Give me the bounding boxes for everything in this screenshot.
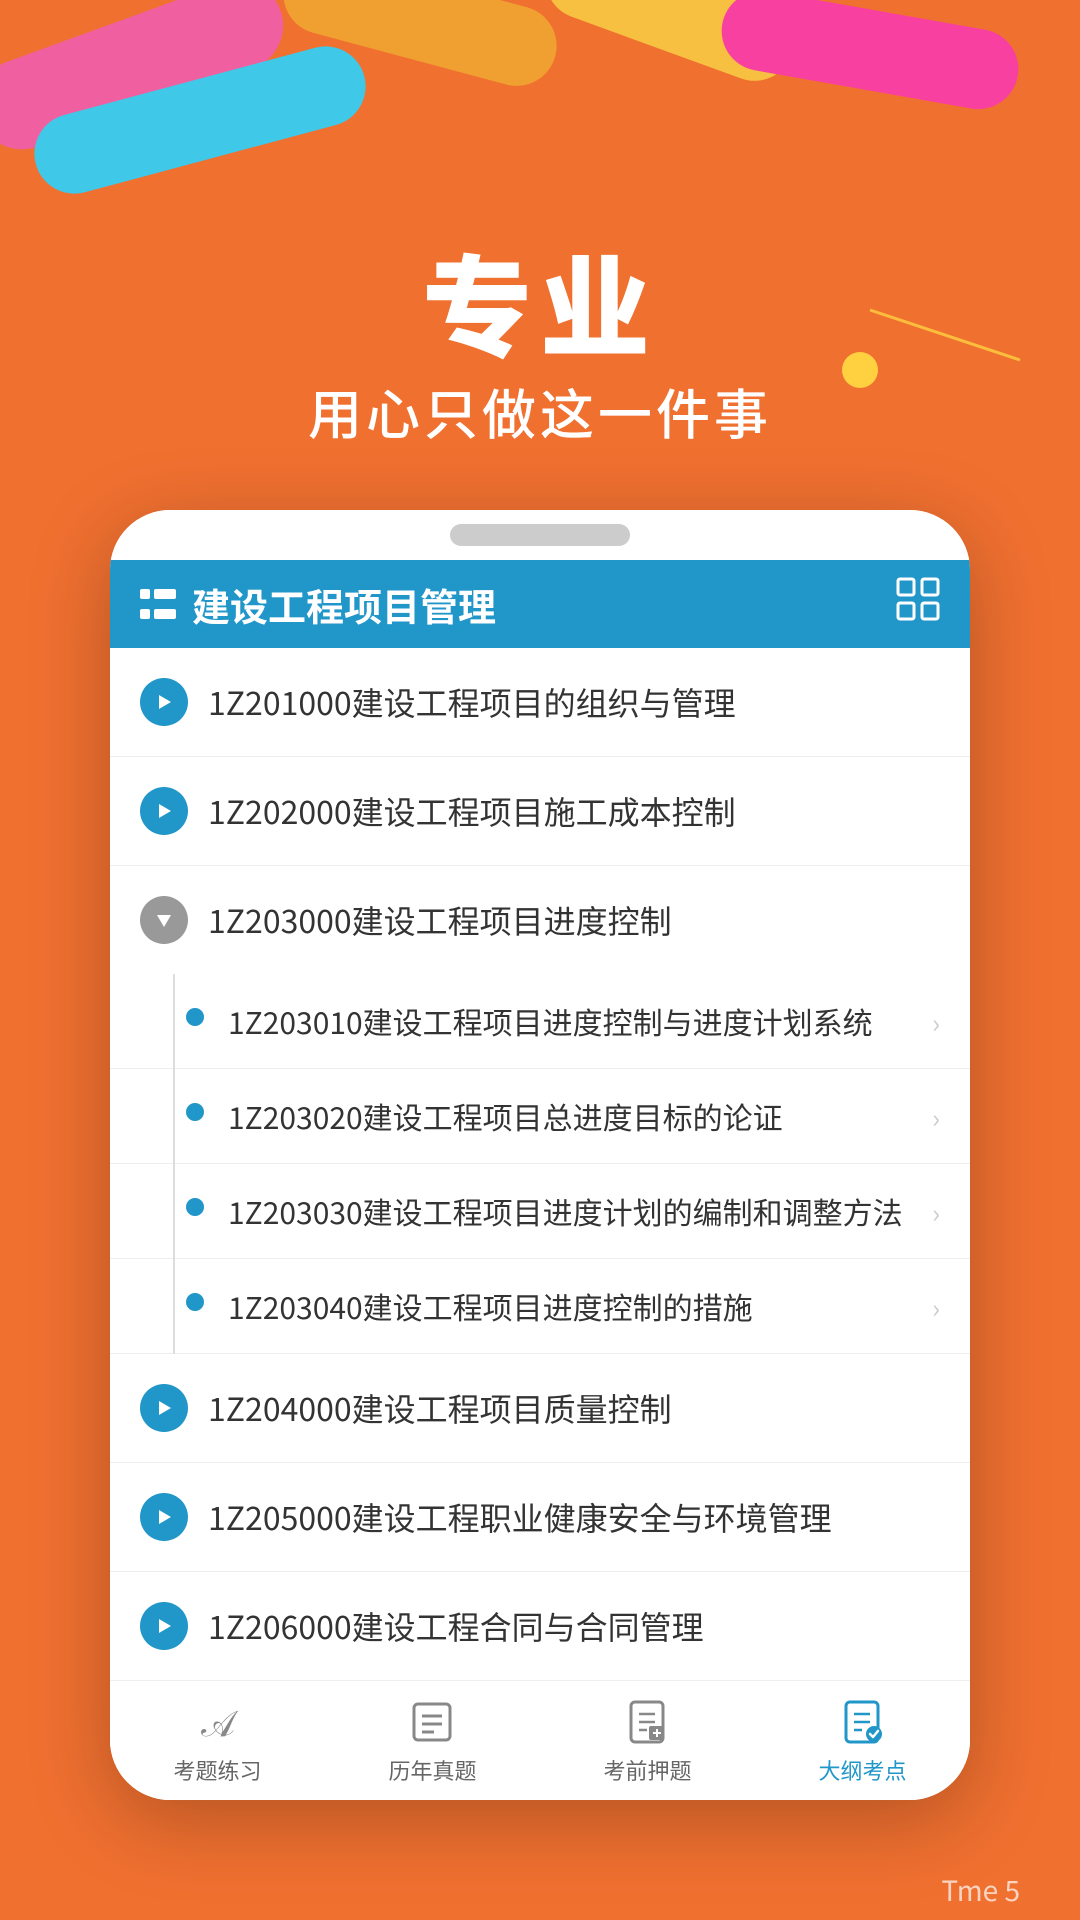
phone-mockup: 建设工程项目管理 1Z201000建设工程项目的组	[110, 510, 970, 1800]
item-text-5: 1Z205000建设工程职业健康安全与环境管理	[208, 1495, 940, 1540]
arrow-icon: ›	[932, 1004, 940, 1041]
svg-text:𝒜: 𝒜	[201, 1698, 239, 1746]
outline-icon	[836, 1696, 888, 1748]
nav-item-predict[interactable]: 考前押题	[603, 1696, 691, 1786]
sub-dot-icon	[186, 1103, 204, 1121]
item-text-3: 1Z203000建设工程项目进度控制	[208, 898, 940, 943]
predict-icon	[621, 1696, 673, 1748]
arrow-icon: ›	[932, 1099, 940, 1136]
list-item[interactable]: 1Z204000建设工程项目质量控制	[110, 1354, 970, 1463]
sub-item-text-1: 1Z203010建设工程项目进度控制与进度计划系统	[228, 1000, 922, 1042]
list-item[interactable]: 1Z205000建设工程职业健康安全与环境管理	[110, 1463, 970, 1572]
list-container: 1Z201000建设工程项目的组织与管理 1Z202000建设工程项目施工成本控…	[110, 648, 970, 1800]
expand-icon-2	[140, 787, 188, 835]
sub-items-container: 1Z203010建设工程项目进度控制与进度计划系统 › 1Z203020建设工程…	[110, 974, 970, 1354]
item-text-2: 1Z202000建设工程项目施工成本控制	[208, 789, 940, 834]
app-header: 建设工程项目管理	[110, 560, 970, 648]
expand-icon-5	[140, 1493, 188, 1541]
hero-subtitle: 用心只做这一件事	[0, 371, 1080, 450]
expand-icon-6	[140, 1602, 188, 1650]
tme-label: Tme 5	[941, 1870, 1020, 1910]
list-item-expanded[interactable]: 1Z203000建设工程项目进度控制	[110, 866, 970, 974]
practice-icon: 𝒜	[191, 1696, 243, 1748]
nav-label-predict: 考前押题	[603, 1754, 691, 1786]
phone-notch	[450, 524, 630, 546]
arrow-icon: ›	[932, 1289, 940, 1326]
nav-label-outline: 大纲考点	[818, 1754, 906, 1786]
nav-label-history: 历年真题	[388, 1754, 476, 1786]
expand-icon-1	[140, 678, 188, 726]
sub-list-item[interactable]: 1Z203020建设工程项目总进度目标的论证 ›	[110, 1069, 970, 1164]
item-text-4: 1Z204000建设工程项目质量控制	[208, 1386, 940, 1431]
sub-dot-icon	[186, 1293, 204, 1311]
phone-notch-bar	[110, 510, 970, 560]
arrow-icon: ›	[932, 1194, 940, 1231]
hero-title: 专业	[0, 240, 1080, 361]
expand-icon-4	[140, 1384, 188, 1432]
nav-item-outline[interactable]: 大纲考点	[818, 1696, 906, 1786]
list-item[interactable]: 1Z202000建设工程项目施工成本控制	[110, 757, 970, 866]
sub-list-item[interactable]: 1Z203040建设工程项目进度控制的措施 ›	[110, 1259, 970, 1354]
list-item[interactable]: 1Z206000建设工程合同与合同管理	[110, 1572, 970, 1680]
list-item[interactable]: 1Z201000建设工程项目的组织与管理	[110, 648, 970, 757]
nav-item-practice[interactable]: 𝒜 考题练习	[173, 1696, 261, 1786]
sub-list-item[interactable]: 1Z203010建设工程项目进度控制与进度计划系统 ›	[110, 974, 970, 1069]
nav-label-practice: 考题练习	[173, 1754, 261, 1786]
sub-list-item[interactable]: 1Z203030建设工程项目进度计划的编制和调整方法 ›	[110, 1164, 970, 1259]
item-text-6: 1Z206000建设工程合同与合同管理	[208, 1604, 940, 1649]
bottom-nav: 𝒜 考题练习 历年真题	[110, 1680, 970, 1800]
collapse-icon-3	[140, 896, 188, 944]
item-text-1: 1Z201000建设工程项目的组织与管理	[208, 680, 940, 725]
sub-item-text-4: 1Z203040建设工程项目进度控制的措施	[228, 1285, 922, 1327]
sub-dot-icon	[186, 1008, 204, 1026]
header-title: 建设工程项目管理	[192, 577, 496, 632]
nav-item-history[interactable]: 历年真题	[388, 1696, 476, 1786]
grid-icon[interactable]	[896, 575, 940, 633]
history-icon	[406, 1696, 458, 1748]
sub-item-text-3: 1Z203030建设工程项目进度计划的编制和调整方法	[228, 1190, 922, 1232]
sub-dot-icon	[186, 1198, 204, 1216]
menu-icon[interactable]	[140, 578, 176, 630]
sub-item-text-2: 1Z203020建设工程项目总进度目标的论证	[228, 1095, 922, 1137]
